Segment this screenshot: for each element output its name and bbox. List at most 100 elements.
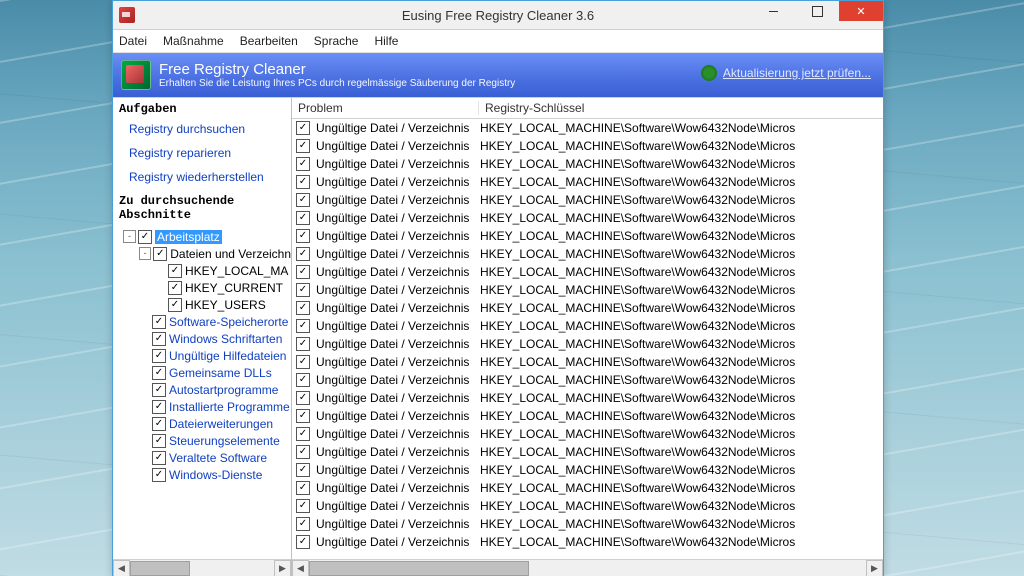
result-row[interactable]: Ungültige Datei / VerzeichnisHKEY_LOCAL_… [292,425,883,443]
checkbox[interactable] [296,391,310,405]
titlebar[interactable]: Eusing Free Registry Cleaner 3.6 [113,1,883,30]
tree-label[interactable]: Installierte Programme [169,400,290,414]
checkbox[interactable] [152,434,166,448]
result-row[interactable]: Ungültige Datei / VerzeichnisHKEY_LOCAL_… [292,317,883,335]
maximize-button[interactable] [795,1,839,21]
collapse-icon[interactable]: - [139,247,152,260]
tree-label[interactable]: Dateierweiterungen [169,417,273,431]
checkbox[interactable] [296,373,310,387]
checkbox[interactable] [152,417,166,431]
menu-datei[interactable]: Datei [119,34,147,48]
checkbox[interactable] [296,157,310,171]
scroll-left-icon[interactable]: ◀ [113,560,130,576]
checkbox[interactable] [296,247,310,261]
tree-node[interactable]: Gemeinsame DLLs [117,364,291,381]
tree-node[interactable]: HKEY_USERS [117,296,291,313]
tree-node[interactable]: Dateierweiterungen [117,415,291,432]
scroll-thumb[interactable] [309,561,529,576]
checkbox[interactable] [296,355,310,369]
checkbox[interactable] [152,332,166,346]
minimize-button[interactable] [751,1,795,21]
task-scan[interactable]: Registry durchsuchen [129,122,291,136]
tree-label[interactable]: Ungültige Hilfedateien [169,349,286,363]
checkbox[interactable] [296,517,310,531]
tree-node[interactable]: Installierte Programme [117,398,291,415]
result-row[interactable]: Ungültige Datei / VerzeichnisHKEY_LOCAL_… [292,407,883,425]
checkbox[interactable] [168,264,182,278]
scroll-left-icon[interactable]: ◀ [292,560,309,576]
close-button[interactable] [839,1,883,21]
checkbox[interactable] [168,298,182,312]
result-row[interactable]: Ungültige Datei / VerzeichnisHKEY_LOCAL_… [292,281,883,299]
tree-node[interactable]: HKEY_LOCAL_MA [117,262,291,279]
results-h-scrollbar[interactable]: ◀ ▶ [292,559,883,576]
check-update-link[interactable]: Aktualisierung jetzt prüfen... [723,66,871,80]
scroll-right-icon[interactable]: ▶ [866,560,883,576]
checkbox[interactable] [152,383,166,397]
result-row[interactable]: Ungültige Datei / VerzeichnisHKEY_LOCAL_… [292,245,883,263]
tree-node[interactable]: Steuerungselemente [117,432,291,449]
menu-hilfe[interactable]: Hilfe [374,34,398,48]
checkbox[interactable] [296,337,310,351]
checkbox[interactable] [296,499,310,513]
results-list[interactable]: Ungültige Datei / VerzeichnisHKEY_LOCAL_… [292,119,883,559]
result-row[interactable]: Ungültige Datei / VerzeichnisHKEY_LOCAL_… [292,479,883,497]
tree-node[interactable]: Autostartprogramme [117,381,291,398]
result-row[interactable]: Ungültige Datei / VerzeichnisHKEY_LOCAL_… [292,461,883,479]
checkbox[interactable] [296,283,310,297]
result-row[interactable]: Ungültige Datei / VerzeichnisHKEY_LOCAL_… [292,191,883,209]
result-row[interactable]: Ungültige Datei / VerzeichnisHKEY_LOCAL_… [292,173,883,191]
column-headers[interactable]: Problem Registry-Schlüssel [292,98,883,119]
result-row[interactable]: Ungültige Datei / VerzeichnisHKEY_LOCAL_… [292,209,883,227]
tree-label[interactable]: Steuerungselemente [169,434,280,448]
checkbox[interactable] [152,349,166,363]
result-row[interactable]: Ungültige Datei / VerzeichnisHKEY_LOCAL_… [292,497,883,515]
result-row[interactable]: Ungültige Datei / VerzeichnisHKEY_LOCAL_… [292,155,883,173]
checkbox[interactable] [296,121,310,135]
tree-label[interactable]: HKEY_CURRENT [185,281,283,295]
task-repair[interactable]: Registry reparieren [129,146,291,160]
checkbox[interactable] [152,366,166,380]
tree-label[interactable]: Dateien und Verzeichn [170,247,291,261]
checkbox[interactable] [296,319,310,333]
tree-label[interactable]: Arbeitsplatz [155,230,222,244]
result-row[interactable]: Ungültige Datei / VerzeichnisHKEY_LOCAL_… [292,119,883,137]
col-registry-key[interactable]: Registry-Schlüssel [479,101,883,115]
result-row[interactable]: Ungültige Datei / VerzeichnisHKEY_LOCAL_… [292,137,883,155]
result-row[interactable]: Ungültige Datei / VerzeichnisHKEY_LOCAL_… [292,443,883,461]
tree-node[interactable]: - Dateien und Verzeichn [117,245,291,262]
result-row[interactable]: Ungültige Datei / VerzeichnisHKEY_LOCAL_… [292,299,883,317]
collapse-icon[interactable]: - [123,230,136,243]
result-row[interactable]: Ungültige Datei / VerzeichnisHKEY_LOCAL_… [292,515,883,533]
tree-label[interactable]: HKEY_USERS [185,298,266,312]
checkbox[interactable] [296,535,310,549]
menu-sprache[interactable]: Sprache [314,34,359,48]
checkbox[interactable] [152,315,166,329]
checkbox[interactable] [296,445,310,459]
result-row[interactable]: Ungültige Datei / VerzeichnisHKEY_LOCAL_… [292,371,883,389]
checkbox[interactable] [153,247,167,261]
checkbox[interactable] [152,468,166,482]
checkbox[interactable] [296,463,310,477]
result-row[interactable]: Ungültige Datei / VerzeichnisHKEY_LOCAL_… [292,227,883,245]
result-row[interactable]: Ungültige Datei / VerzeichnisHKEY_LOCAL_… [292,353,883,371]
checkbox[interactable] [296,301,310,315]
checkbox[interactable] [168,281,182,295]
scroll-right-icon[interactable]: ▶ [274,560,291,576]
checkbox[interactable] [296,409,310,423]
tree-node[interactable]: Ungültige Hilfedateien [117,347,291,364]
checkbox[interactable] [152,451,166,465]
result-row[interactable]: Ungültige Datei / VerzeichnisHKEY_LOCAL_… [292,263,883,281]
checkbox[interactable] [296,175,310,189]
result-row[interactable]: Ungültige Datei / VerzeichnisHKEY_LOCAL_… [292,389,883,407]
checkbox[interactable] [152,400,166,414]
checkbox[interactable] [296,481,310,495]
task-restore[interactable]: Registry wiederherstellen [129,170,291,184]
checkbox[interactable] [296,193,310,207]
col-problem[interactable]: Problem [292,101,479,115]
tree-node[interactable]: Software-Speicherorte [117,313,291,330]
tree-label[interactable]: Windows Schriftarten [169,332,282,346]
menu-bearbeiten[interactable]: Bearbeiten [240,34,298,48]
tree-node[interactable]: Windows-Dienste [117,466,291,483]
tree-label[interactable]: Software-Speicherorte [169,315,288,329]
